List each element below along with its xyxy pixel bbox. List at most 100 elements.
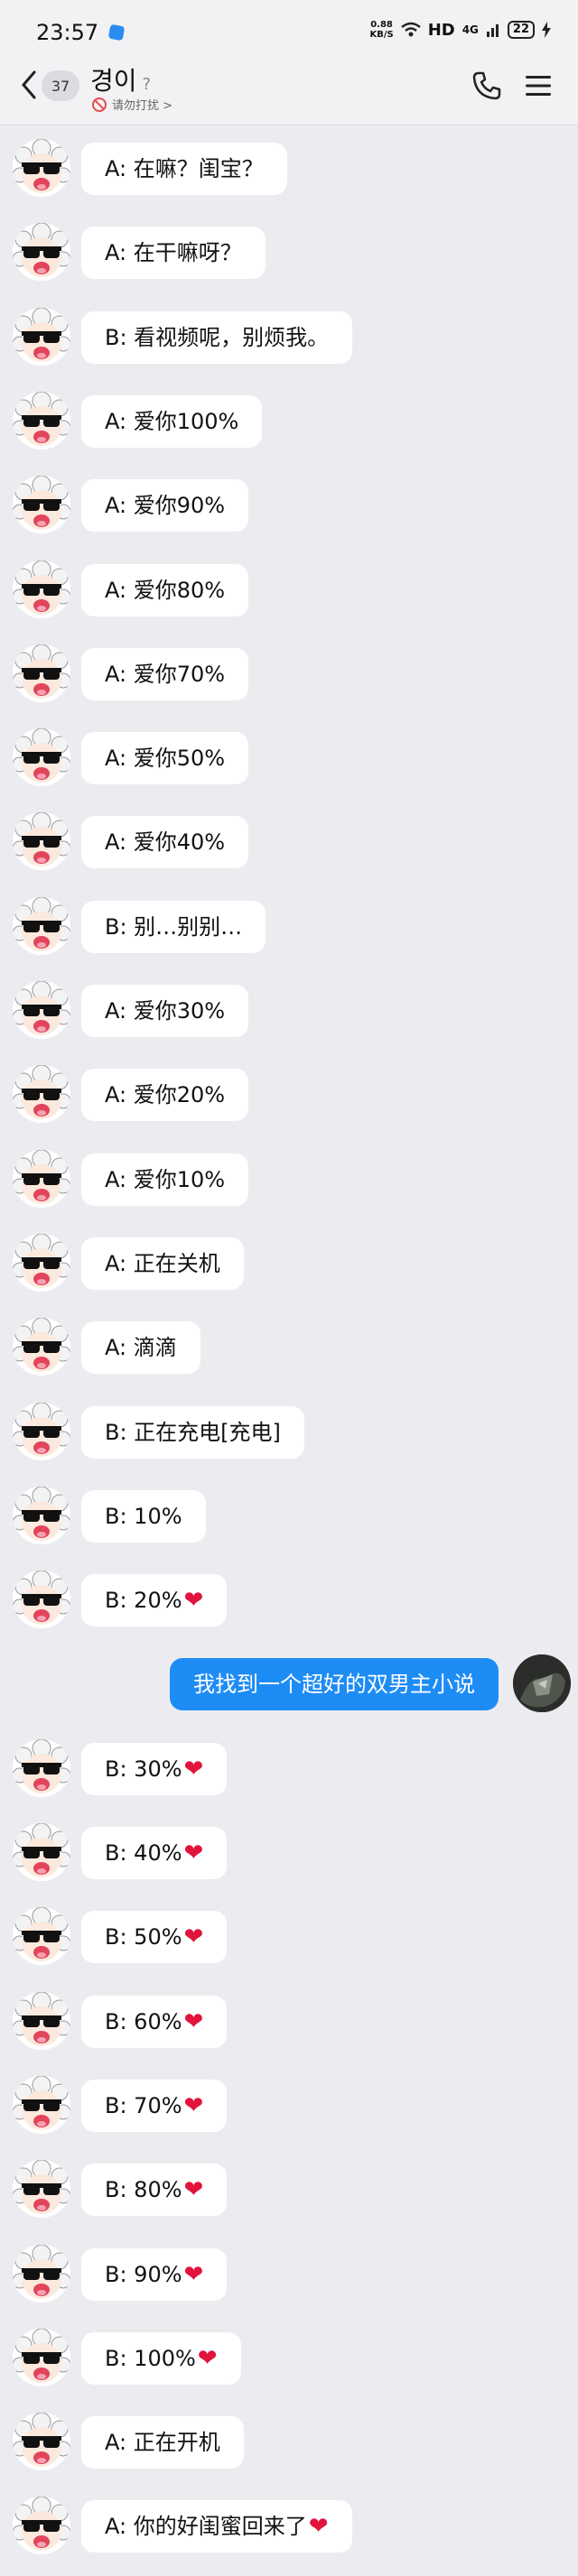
- sender-avatar[interactable]: [13, 308, 70, 366]
- message-bubble[interactable]: A: 爱你100%: [81, 395, 263, 448]
- heart-emoji: ❤: [183, 1839, 204, 1867]
- chat-title-text: 경이: [90, 66, 137, 96]
- incoming-message: B: 别…别别…: [0, 897, 578, 957]
- sender-avatar[interactable]: [13, 2413, 70, 2470]
- incoming-message: B: 90%❤: [0, 2245, 578, 2304]
- incoming-message: B: 10%: [0, 1487, 578, 1546]
- message-text: B: 70%: [105, 2093, 182, 2118]
- wifi-icon: [400, 22, 421, 37]
- incoming-message: B: 70%❤: [0, 2076, 578, 2136]
- message-bubble[interactable]: A: 爱你80%: [81, 564, 249, 616]
- message-bubble[interactable]: A: 爱你40%: [81, 816, 249, 868]
- message-bubble[interactable]: B: 100%❤: [81, 2332, 241, 2385]
- message-bubble[interactable]: A: 正在关机: [81, 1237, 244, 1290]
- sender-avatar[interactable]: [13, 728, 70, 786]
- chat-title[interactable]: 경이?: [90, 61, 151, 97]
- message-bubble[interactable]: B: 80%❤: [81, 2164, 228, 2216]
- sender-avatar[interactable]: [13, 981, 70, 1039]
- phone-call-icon[interactable]: [471, 70, 502, 101]
- menu-icon[interactable]: [524, 72, 553, 99]
- message-bubble[interactable]: A: 正在开机: [81, 2416, 244, 2469]
- sender-avatar[interactable]: [13, 1739, 70, 1797]
- sender-avatar[interactable]: [13, 2329, 70, 2386]
- message-bubble[interactable]: B: 30%❤: [81, 1743, 228, 1795]
- incoming-message: B: 正在充电[充电]: [0, 1403, 578, 1462]
- incoming-message: A: 爱你40%: [0, 812, 578, 872]
- sender-avatar[interactable]: [13, 812, 70, 870]
- message-bubble[interactable]: B: 正在充电[充电]: [81, 1406, 304, 1459]
- sender-avatar[interactable]: [13, 139, 70, 197]
- sender-avatar[interactable]: [13, 1403, 70, 1460]
- sender-avatar[interactable]: [13, 1823, 70, 1881]
- sender-avatar[interactable]: [13, 1318, 70, 1376]
- incoming-message: A: 爱你80%: [0, 561, 578, 620]
- message-bubble[interactable]: A: 爱你10%: [81, 1154, 249, 1206]
- message-text: B: 20%: [105, 1588, 182, 1613]
- message-bubble[interactable]: B: 20%❤: [81, 1574, 228, 1626]
- message-text: A: 爱你10%: [105, 1167, 226, 1192]
- sender-avatar[interactable]: [13, 1907, 70, 1965]
- incoming-message: A: 在干嘛呀？: [0, 223, 578, 283]
- network-speed: 0.88 KB/S: [369, 20, 393, 40]
- message-bubble[interactable]: B: 别…别别…: [81, 901, 266, 953]
- incoming-message: A: 正在开机: [0, 2413, 578, 2472]
- message-bubble[interactable]: B: 90%❤: [81, 2248, 228, 2301]
- my-avatar[interactable]: [513, 1654, 571, 1712]
- sender-avatar[interactable]: [13, 392, 70, 449]
- message-text: B: 50%: [105, 1924, 182, 1950]
- message-bubble[interactable]: A: 你的好闺蜜回来了❤: [81, 2500, 352, 2553]
- clock: 23:57: [36, 20, 99, 45]
- message-text: A: 爱你70%: [105, 662, 226, 687]
- message-bubble[interactable]: B: 50%❤: [81, 1911, 228, 1963]
- back-arrow-icon[interactable]: [20, 67, 38, 103]
- incoming-message: A: 爱你30%: [0, 981, 578, 1041]
- message-bubble[interactable]: A: 在嘛？闺宝？: [81, 143, 287, 195]
- message-bubble[interactable]: B: 70%❤: [81, 2080, 228, 2132]
- message-bubble[interactable]: A: 爱你20%: [81, 1069, 249, 1121]
- message-bubble[interactable]: A: 爱你50%: [81, 732, 249, 784]
- message-bubble[interactable]: B: 10%: [81, 1490, 206, 1543]
- incoming-message: A: 爱你10%: [0, 1150, 578, 1209]
- sender-avatar[interactable]: [13, 561, 70, 618]
- message-bubble[interactable]: B: 40%❤: [81, 1827, 228, 1879]
- sender-avatar[interactable]: [13, 2076, 70, 2134]
- do-not-disturb-label: 请勿打扰 >: [112, 99, 173, 113]
- do-not-disturb-status[interactable]: 请勿打扰 >: [92, 96, 172, 113]
- message-text: B: 别…别别…: [105, 914, 243, 940]
- sender-avatar[interactable]: [13, 1234, 70, 1292]
- message-text: B: 10%: [105, 1504, 182, 1529]
- incoming-message: B: 80%❤: [0, 2160, 578, 2219]
- sender-avatar[interactable]: [13, 644, 70, 702]
- incoming-message: A: 爱你100%: [0, 392, 578, 451]
- message-bubble[interactable]: A: 爱你70%: [81, 648, 249, 700]
- message-bubble[interactable]: 我找到一个超好的双男主小说: [170, 1658, 499, 1710]
- message-bubble[interactable]: A: 滴滴: [81, 1321, 200, 1374]
- sender-avatar[interactable]: [13, 1487, 70, 1544]
- message-bubble[interactable]: A: 爱你30%: [81, 985, 249, 1037]
- message-bubble[interactable]: B: 看视频呢，别烦我。: [81, 311, 353, 364]
- incoming-message: A: 正在关机: [0, 1234, 578, 1293]
- sender-avatar[interactable]: [13, 1992, 70, 2050]
- unread-count-badge[interactable]: 37: [42, 70, 79, 101]
- battery-level: 22: [507, 21, 535, 39]
- message-text: B: 40%: [105, 1840, 182, 1866]
- message-bubble[interactable]: A: 在干嘛呀？: [81, 227, 266, 279]
- sender-avatar[interactable]: [13, 2497, 70, 2554]
- sender-avatar[interactable]: [13, 1571, 70, 1628]
- message-bubble[interactable]: A: 爱你90%: [81, 479, 249, 532]
- chat-header: 37 경이? 请勿打扰 >: [0, 56, 578, 125]
- sender-avatar[interactable]: [13, 897, 70, 955]
- message-bubble[interactable]: B: 60%❤: [81, 1996, 228, 2048]
- sender-avatar[interactable]: [13, 1150, 70, 1208]
- charging-icon: [542, 22, 551, 38]
- sender-avatar[interactable]: [13, 2160, 70, 2218]
- incoming-message: B: 60%❤: [0, 1992, 578, 2052]
- sender-avatar[interactable]: [13, 223, 70, 281]
- sender-avatar[interactable]: [13, 1065, 70, 1123]
- sender-avatar[interactable]: [13, 476, 70, 533]
- heart-emoji: ❤: [183, 2092, 204, 2119]
- sender-avatar[interactable]: [13, 2245, 70, 2303]
- incoming-message: B: 20%❤: [0, 1571, 578, 1630]
- help-icon[interactable]: ?: [143, 75, 152, 94]
- incoming-message: B: 50%❤: [0, 1907, 578, 1967]
